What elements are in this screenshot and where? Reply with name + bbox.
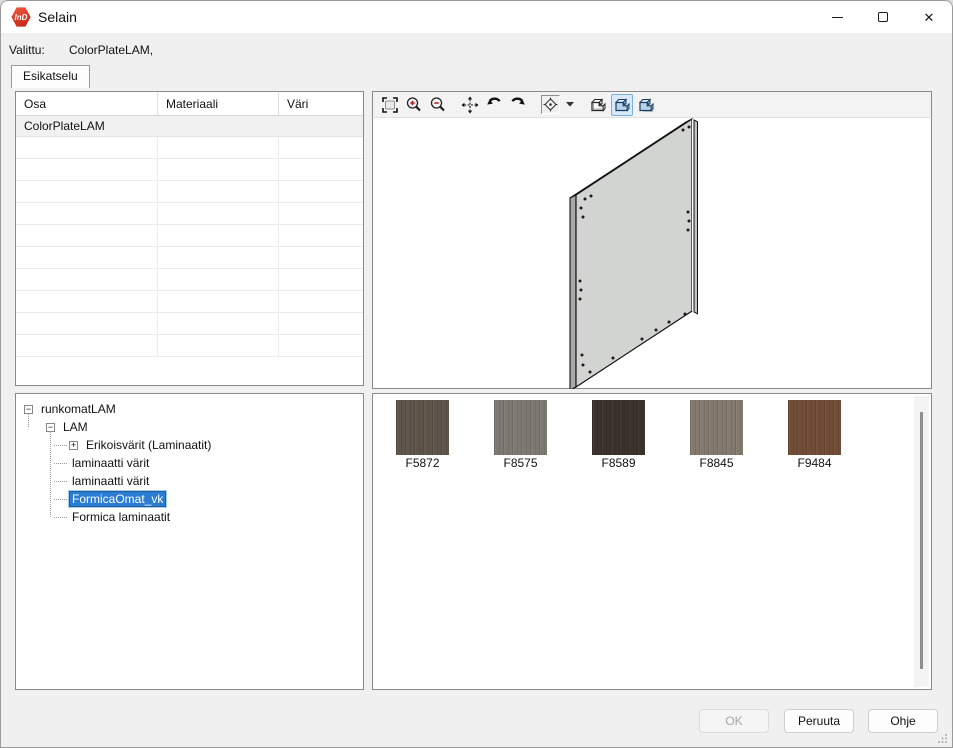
zoom-fit-button[interactable] <box>539 94 561 116</box>
view-shaded-icon <box>613 96 631 114</box>
tree-connector <box>54 481 67 482</box>
swatch-f9484[interactable] <box>788 400 841 455</box>
tree-node-lam[interactable]: − LAM <box>46 418 363 436</box>
table-row <box>16 225 363 247</box>
titlebar: InD Selain ✕ <box>1 1 952 33</box>
swatch-f8589[interactable] <box>592 400 645 455</box>
swatch-label: F9484 <box>788 456 841 470</box>
tree-connector <box>28 413 29 427</box>
zoom-in-icon <box>405 96 423 114</box>
tree-node-erikoisvarit[interactable]: + Erikoisvärit (Laminaatit) <box>54 436 363 454</box>
tree-node-laminaatti-varit-2[interactable]: laminaatti värit <box>54 472 363 490</box>
selected-label: Valittu: <box>9 43 45 57</box>
view-wireframe-button[interactable] <box>587 94 609 116</box>
expand-icon[interactable]: + <box>69 441 78 450</box>
zoom-fit-dropdown-button[interactable] <box>563 94 577 116</box>
panel-3d-drawing <box>373 118 931 389</box>
selected-value: ColorPlateLAM, <box>69 43 153 57</box>
minimize-icon <box>832 17 843 18</box>
tab-esikatselu[interactable]: Esikatselu <box>11 65 90 88</box>
view-wireframe-icon <box>589 96 607 114</box>
tree-connector <box>54 445 67 446</box>
parts-table-header: Osa Materiaali Väri <box>16 92 363 116</box>
table-row <box>16 247 363 269</box>
table-row <box>16 291 363 313</box>
pan-button[interactable] <box>459 94 481 116</box>
column-header-vari[interactable]: Väri <box>279 92 363 115</box>
tree-node-runkomatlam[interactable]: − runkomatLAM <box>24 400 363 418</box>
selain-window: InD Selain ✕ Valittu: ColorPlateLAM, Esi… <box>0 0 953 748</box>
close-icon: ✕ <box>924 11 935 24</box>
parts-table: Osa Materiaali Väri ColorPlateLAM <box>15 91 364 386</box>
table-row <box>16 203 363 225</box>
column-header-osa[interactable]: Osa <box>16 92 158 115</box>
swatch-label: F8589 <box>592 456 645 470</box>
view-shaded-button[interactable] <box>611 94 633 116</box>
preview-viewport[interactable] <box>373 118 931 388</box>
app-icon: InD <box>11 7 31 27</box>
resize-grip[interactable] <box>937 733 948 744</box>
tree-connector <box>54 517 67 518</box>
table-row <box>16 137 363 159</box>
tree-connector <box>54 463 67 464</box>
column-header-materiaali[interactable]: Materiaali <box>158 92 279 115</box>
swatch-label: F8575 <box>494 456 547 470</box>
window-title: Selain <box>38 1 77 33</box>
swatch-gallery: F5872 F8575 F8589 F8845 F9484 <box>372 393 932 690</box>
zoom-in-button[interactable] <box>403 94 425 116</box>
tree-connector <box>54 499 67 500</box>
zoom-out-icon <box>429 96 447 114</box>
table-row <box>16 313 363 335</box>
help-button[interactable]: Ohje <box>868 709 938 733</box>
maximize-icon <box>878 12 888 22</box>
zoom-fit-icon <box>541 95 560 114</box>
zoom-window-icon <box>381 96 399 114</box>
close-button[interactable]: ✕ <box>906 1 952 33</box>
table-row <box>16 159 363 181</box>
table-row <box>16 181 363 203</box>
rotate-right-icon <box>509 96 527 114</box>
tree-connector <box>50 431 51 517</box>
table-row <box>16 269 363 291</box>
pan-icon <box>461 96 479 114</box>
swatch-f8845[interactable] <box>690 400 743 455</box>
view-shaded-edges-icon <box>637 96 655 114</box>
zoom-out-button[interactable] <box>427 94 449 116</box>
maximize-button[interactable] <box>860 1 906 33</box>
rotate-left-icon <box>485 96 503 114</box>
swatch-f5872[interactable] <box>396 400 449 455</box>
swatch-label: F5872 <box>396 456 449 470</box>
rotate-left-button[interactable] <box>483 94 505 116</box>
zoom-window-button[interactable] <box>379 94 401 116</box>
swatch-label: F8845 <box>690 456 743 470</box>
tree-node-formica-laminaatit[interactable]: Formica laminaatit <box>54 508 363 526</box>
chevron-down-icon <box>566 102 574 107</box>
swatch-f8575[interactable] <box>494 400 547 455</box>
table-row <box>16 335 363 357</box>
preview-toolbar <box>373 92 931 118</box>
materials-tree: − runkomatLAM − LAM + Erikoisvärit (Lami… <box>15 393 364 690</box>
ok-button[interactable]: OK <box>699 709 769 733</box>
view-shaded-edges-button[interactable] <box>635 94 657 116</box>
table-row[interactable]: ColorPlateLAM <box>16 116 363 137</box>
window-controls: ✕ <box>814 1 952 33</box>
scrollbar-thumb[interactable] <box>920 412 923 669</box>
preview-panel <box>372 91 932 389</box>
minimize-button[interactable] <box>814 1 860 33</box>
tree-node-laminaatti-varit-1[interactable]: laminaatti värit <box>54 454 363 472</box>
tree-node-formicaomat-vk[interactable]: FormicaOmat_vk <box>54 490 363 508</box>
rotate-right-button[interactable] <box>507 94 529 116</box>
cancel-button[interactable]: Peruuta <box>784 709 854 733</box>
scrollbar-track[interactable] <box>914 396 929 687</box>
